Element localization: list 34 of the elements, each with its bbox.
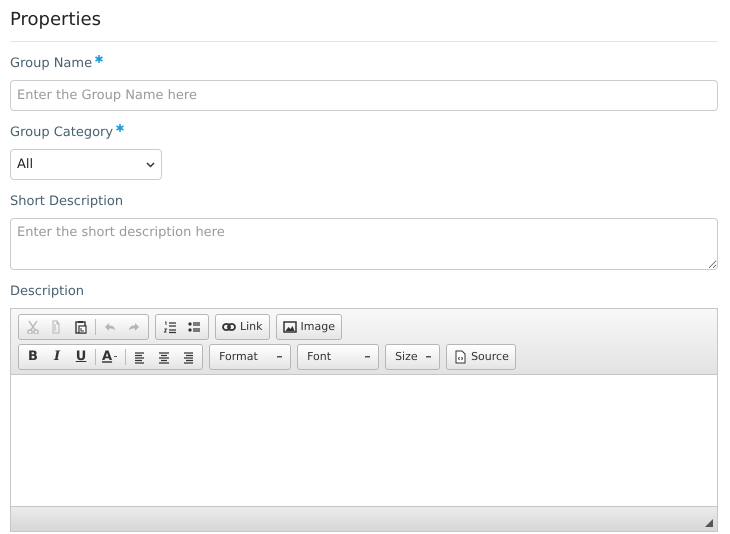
underline-button[interactable]: U (69, 346, 93, 368)
field-label: Description (10, 283, 84, 301)
resize-handle-icon[interactable] (705, 519, 713, 527)
dropdown-button[interactable]: Size (385, 344, 440, 370)
bulleted-list-icon (187, 320, 201, 334)
field-label: Short Description (10, 193, 124, 211)
align-center-icon (157, 350, 172, 364)
image-icon (282, 320, 297, 334)
image-button[interactable]: Image (276, 314, 342, 340)
link-icon (222, 320, 236, 334)
input-field[interactable]: Enter the Group Name here (10, 80, 718, 111)
dropdown-button[interactable]: Font (297, 344, 380, 370)
italic-button[interactable]: I (45, 346, 69, 368)
align-right-icon (181, 350, 196, 364)
clipboard-icon (74, 320, 88, 334)
link-button[interactable]: Link (215, 314, 270, 340)
caret-icon (365, 356, 370, 358)
text-area[interactable]: Enter the short description here (10, 218, 718, 270)
numbered-list-icon (163, 320, 177, 334)
caret-icon (277, 356, 282, 358)
caret-icon (426, 356, 432, 358)
bold-button[interactable]: B (21, 346, 45, 368)
field-label: Group Category (10, 124, 114, 142)
scissors-icon (26, 320, 40, 334)
source-icon (453, 350, 468, 364)
dropdown-button[interactable]: Format (209, 344, 292, 370)
field-label: Group Name (10, 55, 92, 73)
caret-icon (114, 356, 120, 358)
text-color-button[interactable]: A (98, 346, 124, 368)
redo-icon (127, 320, 141, 334)
section-title: Properties (10, 0, 718, 42)
source-button[interactable]: Source (446, 344, 516, 370)
category-dropdown[interactable]: All (10, 149, 162, 180)
chevron-down-icon (146, 162, 155, 168)
